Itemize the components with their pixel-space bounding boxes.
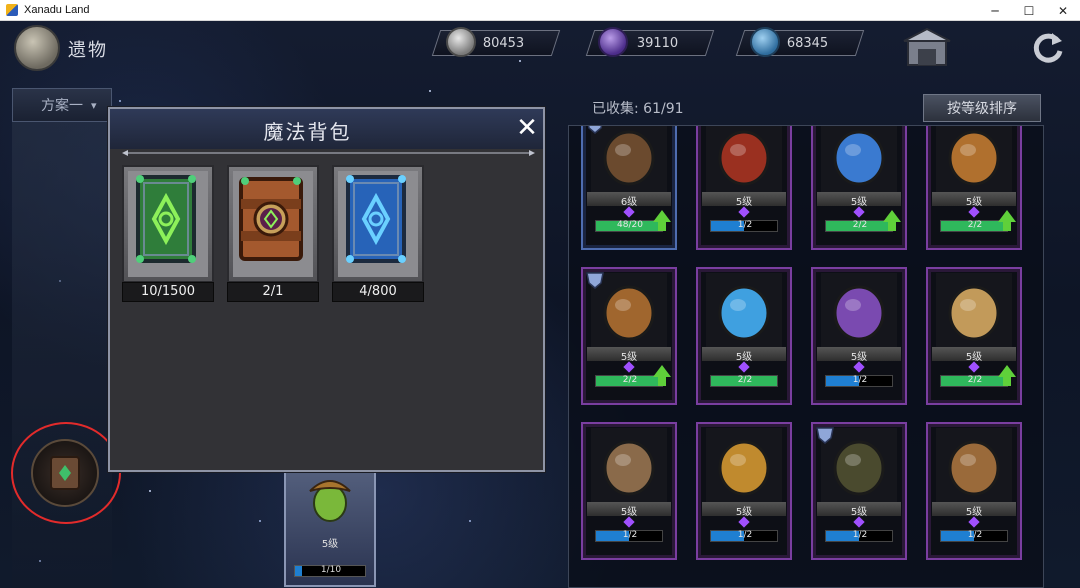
modal-header: 魔法背包 ✕ — [110, 109, 543, 149]
golden-fist-relic-icon — [706, 428, 782, 504]
relic-card-ice-star-relic[interactable]: 5级 2/2 — [696, 267, 792, 405]
magic-bag-modal: 魔法背包 ✕ 10/1500 2/1 4/800 — [108, 107, 545, 472]
upgrade-arrow-icon[interactable] — [998, 210, 1016, 231]
purple-gem-icon — [853, 516, 865, 528]
chevron-down-icon: ▾ — [91, 98, 97, 112]
leather-boot-relic-icon — [936, 428, 1012, 504]
window-titlebar: Xanadu Land ─ ☐ ✕ — [0, 0, 1080, 21]
relic-progress-text: 2/2 — [737, 375, 753, 385]
collected-count: 已收集: 61/91 — [592, 101, 684, 117]
green-spellbook-icon — [136, 175, 196, 263]
close-window-button[interactable]: ✕ — [1046, 0, 1080, 21]
relic-card-dark-armor-relic[interactable]: 6级 48/20 — [581, 126, 677, 250]
purple-gem-icon — [968, 361, 980, 373]
relic-card-scroll-relic[interactable]: 5级 2/2 — [926, 267, 1022, 405]
highlight-circle — [11, 422, 121, 524]
close-icon[interactable]: ✕ — [514, 115, 540, 142]
relic-grid: 6级 48/20 5级 1/2 5级 2/2 5级 2/2 5级 2/2 5级 2/2 5级 1/2 5级 2… — [568, 125, 1044, 588]
relic-card-golden-fist-relic[interactable]: 5级 1/2 — [696, 422, 792, 560]
game-screen: 遗物 80453 39110 68345 方案一 ▾ 5级 1/10 已收集: … — [0, 21, 1080, 588]
relic-section-icon — [14, 25, 60, 71]
leather-spellbook-icon — [239, 177, 303, 261]
bag-item-count: 10/1500 — [122, 282, 214, 302]
sort-by-level-button[interactable]: 按等级排序 — [923, 94, 1041, 122]
relic-progress-bar: 1/2 — [710, 530, 778, 542]
silver-coin-icon — [446, 27, 476, 57]
relic-card-beer-mug-relic[interactable]: 5级 2/2 — [581, 267, 677, 405]
blue-crystal-icon — [750, 27, 780, 57]
modal-title: 魔法背包 — [263, 120, 352, 144]
purple-gem-icon — [738, 206, 750, 218]
relic-card-claw-gauntlet-relic[interactable]: 5级 2/2 — [926, 126, 1022, 250]
upgrade-arrow-icon[interactable] — [883, 210, 901, 231]
bag-item-leather-spellbook[interactable]: 2/1 — [227, 165, 319, 303]
bag-item-count: 2/1 — [227, 282, 319, 302]
bag-item-green-spellbook[interactable]: 10/1500 — [122, 165, 214, 303]
blue-staff-relic-icon — [821, 126, 897, 194]
relic-card-leather-vest-relic[interactable]: 5级 1/2 — [581, 422, 677, 560]
relic-card-leather-boot-relic[interactable]: 5级 1/2 — [926, 422, 1022, 560]
relic-progress-text: 1/2 — [852, 375, 868, 385]
relic-progress-text: 1/2 — [967, 530, 983, 540]
window-controls: ─ ☐ ✕ — [978, 0, 1080, 21]
relic-progress-text: 1/2 — [622, 530, 638, 540]
relic-collection-panel: 已收集: 61/91 按等级排序 6级 48/20 5级 1/2 5级 2/2 5级 2/2 5… — [556, 89, 1052, 588]
relic-level: 5级 — [321, 539, 339, 550]
modal-divider — [122, 150, 535, 156]
bag-item-count: 4/800 — [332, 282, 424, 302]
relic-progress-bar: 1/2 — [710, 220, 778, 232]
acorn-relic-icon — [309, 480, 351, 522]
relic-progress-bar: 2/2 — [710, 375, 778, 387]
relic-progress-text: 1/2 — [737, 220, 753, 230]
upgrade-arrow-icon[interactable] — [998, 365, 1016, 386]
relic-card-mushroom-relic[interactable]: 5级 1/2 — [811, 267, 907, 405]
purple-gem-icon — [623, 206, 635, 218]
purple-gem-icon — [623, 516, 635, 528]
purple-gem-icon — [598, 27, 628, 57]
app-icon — [6, 4, 18, 16]
leather-vest-relic-icon — [591, 428, 667, 504]
maximize-button[interactable]: ☐ — [1012, 0, 1046, 21]
top-bar: 遗物 80453 39110 68345 — [0, 21, 1080, 77]
relic-progress-bar: 1/2 — [825, 375, 893, 387]
relic-progress-bar: 1/2 — [940, 530, 1008, 542]
shop-stall-icon[interactable] — [902, 27, 952, 69]
relic-progress-bar: 1/10 — [294, 565, 366, 577]
upgrade-arrow-icon[interactable] — [653, 210, 671, 231]
refresh-icon[interactable] — [1030, 29, 1066, 65]
bag-item-blue-spellbook[interactable]: 4/800 — [332, 165, 424, 303]
relic-progress-text: 1/2 — [852, 530, 868, 540]
purple-gem-icon — [738, 361, 750, 373]
mask-badge-icon — [586, 272, 604, 289]
blue-spellbook-icon — [346, 175, 406, 263]
mask-badge-icon — [587, 126, 603, 134]
purple-gem-icon — [853, 206, 865, 218]
minimize-button[interactable]: ─ — [978, 0, 1012, 21]
page-title: 遗物 — [68, 40, 108, 61]
scroll-relic-icon — [936, 273, 1012, 349]
relic-card-rune-ring-relic[interactable]: 5级 1/2 — [811, 422, 907, 560]
relic-progress-text: 1/2 — [737, 530, 753, 540]
purple-gem-icon — [968, 206, 980, 218]
window-title: Xanadu Land — [24, 4, 90, 16]
purple-gem-icon — [738, 516, 750, 528]
ice-star-relic-icon — [706, 273, 782, 349]
relic-progress-bar: 1/2 — [825, 530, 893, 542]
claw-gauntlet-relic-icon — [936, 126, 1012, 194]
plan-dropdown-label: 方案一 — [41, 98, 83, 114]
relic-card-blue-staff-relic[interactable]: 5级 2/2 — [811, 126, 907, 250]
relic-card-crystal-ball-relic[interactable]: 5级 1/2 — [696, 126, 792, 250]
relic-progress-bar: 1/2 — [595, 530, 663, 542]
relic-progress-text: 1/10 — [320, 565, 342, 575]
purple-gem-icon — [853, 361, 865, 373]
plan-dropdown[interactable]: 方案一 ▾ — [12, 88, 112, 122]
dark-armor-relic-icon — [591, 126, 667, 194]
purple-gem-icon — [968, 516, 980, 528]
mask-badge-icon — [816, 427, 834, 444]
purple-gem-icon — [623, 361, 635, 373]
crystal-ball-relic-icon — [706, 126, 782, 194]
upgrade-arrow-icon[interactable] — [653, 365, 671, 386]
mushroom-relic-icon — [821, 273, 897, 349]
